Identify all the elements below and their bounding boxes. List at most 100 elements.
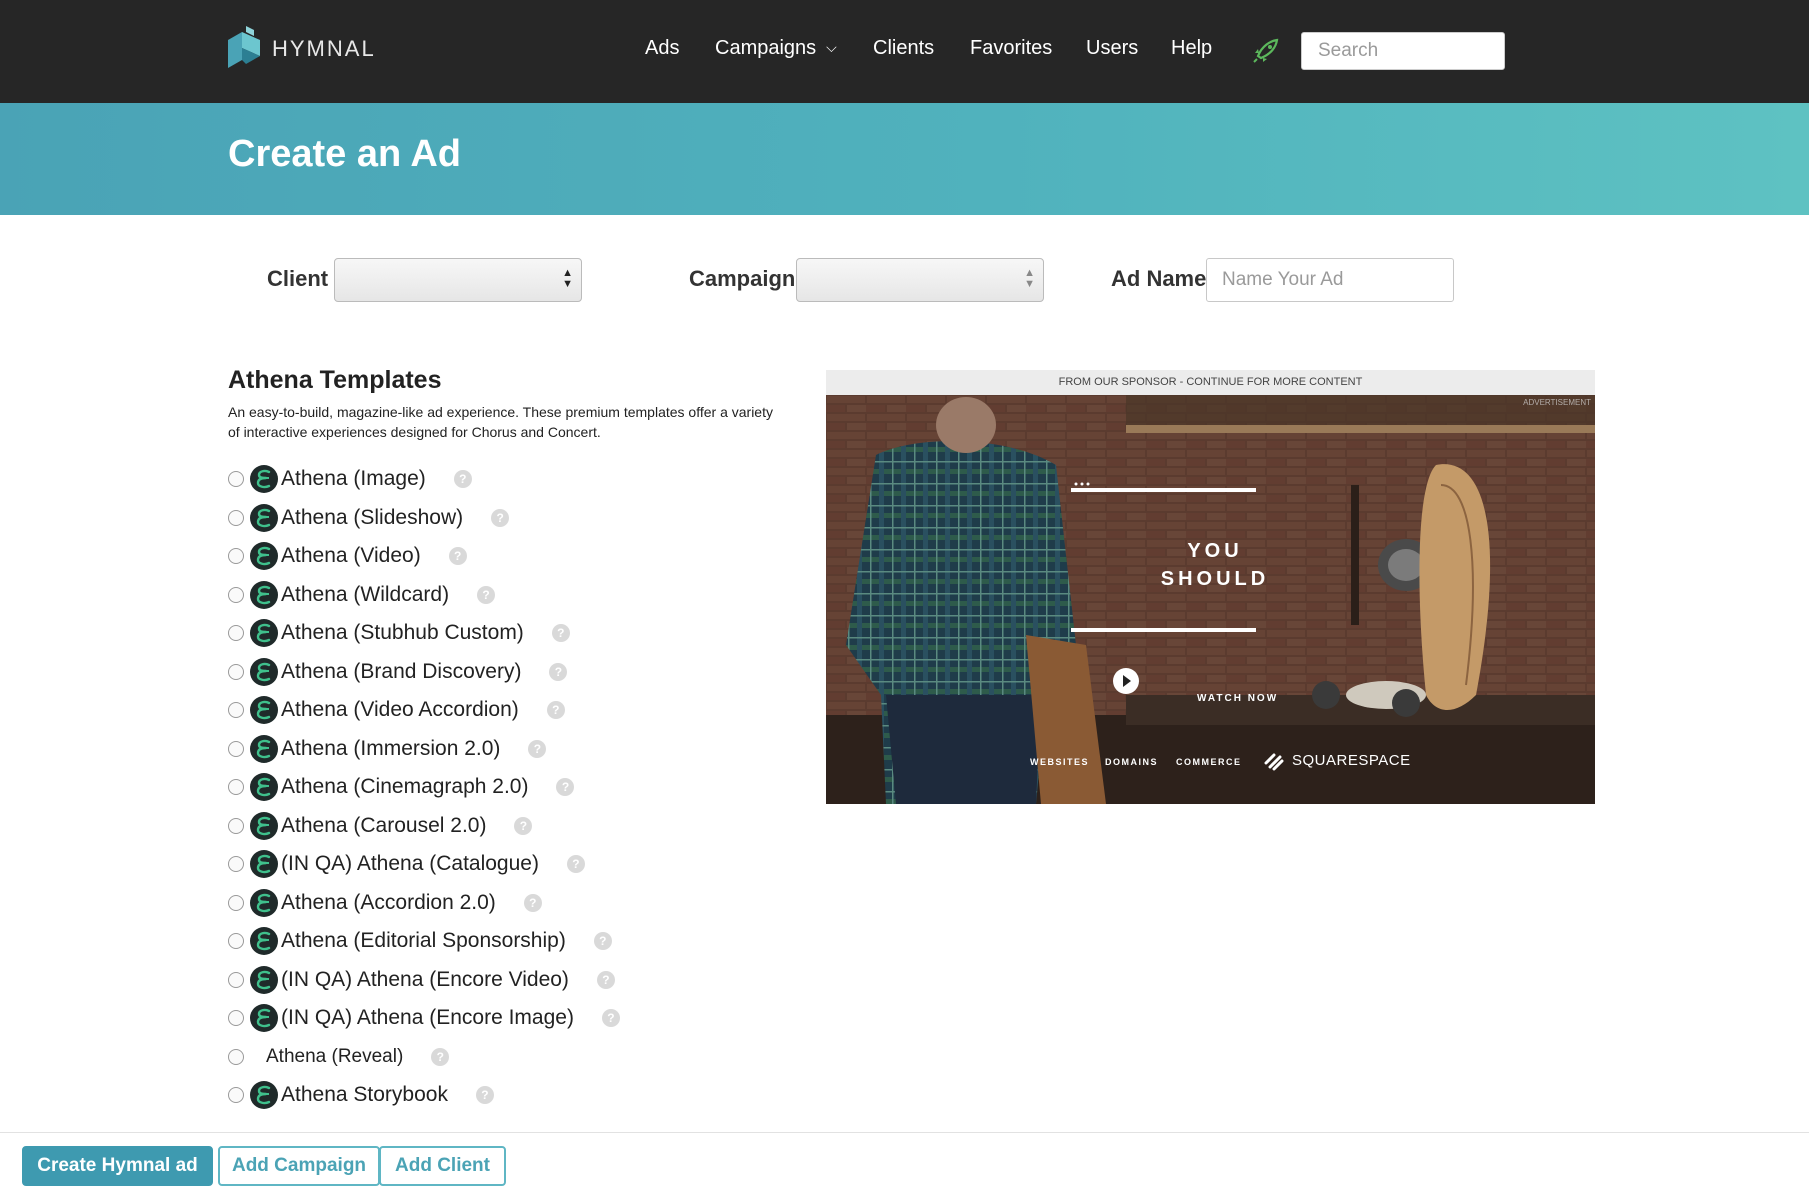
- template-radio[interactable]: [228, 509, 244, 526]
- template-radio[interactable]: [228, 1087, 244, 1104]
- athena-icon: [250, 734, 278, 763]
- template-option[interactable]: Athena (Stubhub Custom)?: [228, 614, 620, 653]
- nav-campaigns-label: Campaigns: [715, 37, 817, 59]
- template-option[interactable]: (IN QA) Athena (Catalogue)?: [228, 845, 620, 884]
- help-icon[interactable]: ?: [551, 624, 570, 643]
- template-option-label: Athena (Editorial Sponsorship): [281, 929, 566, 953]
- template-option[interactable]: Athena (Accordion 2.0)?: [228, 884, 620, 923]
- nav-favorites[interactable]: Favorites: [970, 37, 1052, 60]
- template-option-label: Athena (Stubhub Custom): [281, 621, 524, 645]
- template-radio[interactable]: [228, 663, 244, 680]
- nav-clients[interactable]: Clients: [873, 37, 934, 60]
- nav-users[interactable]: Users: [1086, 37, 1138, 60]
- template-option-label: Athena (Reveal): [266, 1045, 404, 1067]
- page-header-banner: Create an Ad: [0, 103, 1809, 215]
- template-radio[interactable]: [228, 471, 244, 488]
- client-label: Client: [267, 266, 329, 291]
- preview-headline-1: YOU: [1187, 540, 1243, 562]
- template-option[interactable]: Athena (Wildcard)?: [228, 576, 620, 615]
- add-client-button[interactable]: Add Client: [379, 1146, 506, 1186]
- athena-icon: [250, 465, 278, 494]
- help-icon[interactable]: ?: [593, 932, 612, 951]
- play-icon[interactable]: [1159, 687, 1187, 715]
- select-arrows-icon: ▲ ▼: [562, 267, 573, 290]
- hymnal-logo-icon: [228, 26, 260, 68]
- athena-icon: [250, 619, 278, 648]
- help-icon[interactable]: ?: [596, 970, 615, 989]
- client-select[interactable]: ▲ ▼: [334, 258, 582, 302]
- template-radio[interactable]: [228, 1048, 244, 1065]
- help-icon[interactable]: ?: [523, 893, 542, 912]
- template-option-label: Athena (Image): [281, 467, 426, 491]
- template-option[interactable]: Athena (Image)?: [228, 460, 620, 499]
- preview-brand: SQUARESPACE: [1292, 752, 1411, 769]
- template-option[interactable]: Athena (Editorial Sponsorship)?: [228, 922, 620, 961]
- advertisement-tag: ADVERTISEMENT: [1523, 398, 1591, 407]
- create-hymnal-ad-button[interactable]: Create Hymnal ad: [22, 1146, 213, 1186]
- preview-footer-link: COMMERCE: [1176, 757, 1242, 767]
- template-option[interactable]: (IN QA) Athena (Encore Video)?: [228, 961, 620, 1000]
- help-icon[interactable]: ?: [556, 778, 575, 797]
- template-option[interactable]: Athena (Video Accordion)?: [228, 691, 620, 730]
- help-icon[interactable]: ?: [448, 547, 467, 566]
- nav-campaigns[interactable]: Campaigns ⌵: [715, 37, 837, 60]
- template-option-label: Athena (Carousel 2.0): [281, 813, 487, 837]
- template-option[interactable]: Athena Storybook?: [228, 1076, 620, 1115]
- hymnal-logo[interactable]: HYMNAL: [226, 26, 376, 72]
- help-icon[interactable]: ?: [477, 585, 496, 604]
- template-radio[interactable]: [228, 586, 244, 603]
- template-radio[interactable]: [228, 548, 244, 565]
- help-icon[interactable]: ?: [566, 855, 585, 874]
- template-radio[interactable]: [228, 933, 244, 950]
- select-arrows-icon: ▲ ▼: [1024, 267, 1035, 290]
- help-icon[interactable]: ?: [431, 1047, 450, 1066]
- help-icon[interactable]: ?: [601, 1009, 620, 1028]
- athena-icon: [250, 850, 278, 879]
- help-icon[interactable]: ?: [549, 662, 568, 681]
- nav-help[interactable]: Help: [1171, 37, 1212, 60]
- template-option-label: Athena (Accordion 2.0): [281, 890, 496, 914]
- preview-footer-link: WEBSITES: [1030, 757, 1090, 767]
- template-option[interactable]: Athena (Brand Discovery)?: [228, 653, 620, 692]
- footer-divider: [0, 1132, 1809, 1133]
- add-campaign-button[interactable]: Add Campaign: [218, 1146, 380, 1186]
- template-radio[interactable]: [228, 894, 244, 911]
- templates-heading: Athena Templates: [228, 366, 442, 394]
- template-option-label: (IN QA) Athena (Encore Image): [281, 1006, 574, 1030]
- template-option[interactable]: Athena (Slideshow)?: [228, 499, 620, 538]
- template-radio[interactable]: [228, 779, 244, 796]
- help-icon[interactable]: ?: [528, 739, 547, 758]
- template-option-label: Athena (Cinemagraph 2.0): [281, 775, 529, 799]
- template-option[interactable]: Athena (Carousel 2.0)?: [228, 807, 620, 846]
- templates-description: An easy-to-build, magazine-like ad exper…: [228, 404, 773, 440]
- template-option-label: Athena (Video Accordion): [281, 698, 519, 722]
- ad-name-input[interactable]: [1206, 258, 1454, 302]
- template-option[interactable]: (IN QA) Athena (Encore Image)?: [228, 999, 620, 1038]
- rocket-icon[interactable]: [1252, 36, 1280, 69]
- search-input[interactable]: [1301, 32, 1505, 70]
- help-icon[interactable]: ?: [514, 816, 533, 835]
- template-radio[interactable]: [228, 856, 244, 873]
- help-icon[interactable]: ?: [453, 470, 472, 489]
- template-option-label: (IN QA) Athena (Encore Video): [281, 967, 569, 991]
- template-option[interactable]: Athena (Immersion 2.0)?: [228, 730, 620, 769]
- template-option[interactable]: Athena (Video)?: [228, 537, 620, 576]
- ad-name-label: Ad Name: [1111, 266, 1207, 291]
- help-icon[interactable]: ?: [546, 701, 565, 720]
- athena-icon: [250, 773, 278, 802]
- help-icon[interactable]: ?: [475, 1086, 494, 1105]
- template-radio[interactable]: [228, 740, 244, 757]
- template-radio[interactable]: [228, 971, 244, 988]
- help-icon[interactable]: ?: [491, 508, 510, 527]
- template-radio[interactable]: [228, 1010, 244, 1027]
- template-option[interactable]: Athena (Reveal)?: [228, 1038, 620, 1077]
- template-radio[interactable]: [228, 817, 244, 834]
- template-option[interactable]: Athena (Cinemagraph 2.0)?: [228, 768, 620, 807]
- campaign-select[interactable]: ▲ ▼: [796, 258, 1044, 302]
- template-radio[interactable]: [228, 625, 244, 642]
- athena-icon: [250, 965, 278, 994]
- nav-ads[interactable]: Ads: [645, 37, 679, 60]
- squarespace-logo-icon: [1264, 753, 1284, 771]
- template-radio[interactable]: [228, 702, 244, 719]
- template-option-label: Athena (Immersion 2.0): [281, 736, 501, 760]
